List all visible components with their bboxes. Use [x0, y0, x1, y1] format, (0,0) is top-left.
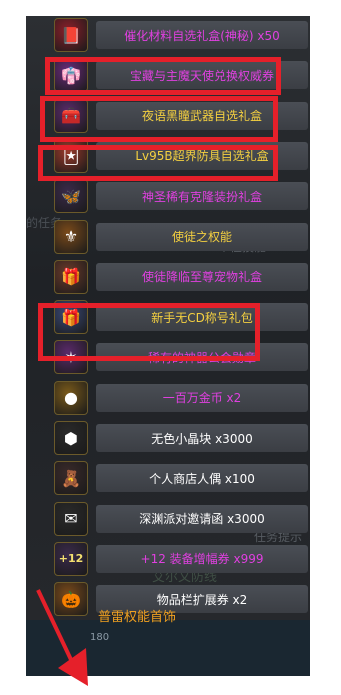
pet-box-icon: 🎁 — [54, 259, 88, 294]
reward-item-name: 一百万金币 x2 — [96, 383, 308, 412]
reward-row[interactable]: ● 一百万金币 x2 — [54, 379, 310, 417]
reward-row[interactable]: ⚜ 使徒之权能 — [54, 218, 310, 256]
invitation-icon: ✉ — [54, 501, 88, 536]
reward-item-name: 催化材料自选礼盒(神秘) x50 — [96, 21, 308, 49]
reward-item-name: 使徒之权能 — [96, 222, 308, 251]
reward-row[interactable]: ⬢ 无色小晶块 x3000 — [54, 419, 310, 457]
reward-item-name: 个人商店人偶 x100 — [96, 464, 308, 493]
reward-row[interactable]: 🦋 神圣稀有克隆装扮礼盒 — [54, 177, 310, 215]
coin-icon: ● — [54, 380, 88, 415]
reward-row[interactable]: 🎁 使徒降临至尊宠物礼盒 — [54, 258, 310, 296]
plus12-icon: +12 — [54, 541, 88, 576]
reward-row[interactable]: ✉ 深渊派对邀请函 x3000 — [54, 500, 310, 538]
reward-row[interactable]: 📕 催化材料自选礼盒(神秘) x50 — [54, 16, 310, 54]
reward-row[interactable]: +12 +12 装备增幅券 x999 — [54, 540, 310, 578]
book-icon: 📕 — [54, 18, 88, 52]
doll-icon: 🧸 — [54, 461, 88, 496]
highlight-box-robe-coupon — [45, 57, 281, 95]
reward-item-name: 深渊派对邀请函 x3000 — [96, 504, 308, 533]
reward-item-name: +12 装备增幅券 x999 — [96, 544, 308, 573]
reward-item-name: 使徒降临至尊宠物礼盒 — [96, 262, 308, 291]
red-arrow-icon — [36, 589, 88, 686]
reward-item-name: 神圣稀有克隆装扮礼盒 — [96, 182, 308, 211]
crystal-icon: ⬢ — [54, 421, 88, 455]
reward-row[interactable]: 🧸 个人商店人偶 x100 — [54, 459, 310, 497]
highlight-box-title-pack — [38, 303, 260, 361]
highlight-box-weapon-box — [40, 96, 278, 142]
emblem-icon: ⚜ — [54, 219, 88, 254]
wings-icon: 🦋 — [54, 179, 88, 214]
banner-label: 普雷权能首饰 — [98, 610, 177, 625]
highlight-box-armor-box — [38, 145, 278, 181]
reward-item-name: 无色小晶块 x3000 — [96, 424, 308, 452]
